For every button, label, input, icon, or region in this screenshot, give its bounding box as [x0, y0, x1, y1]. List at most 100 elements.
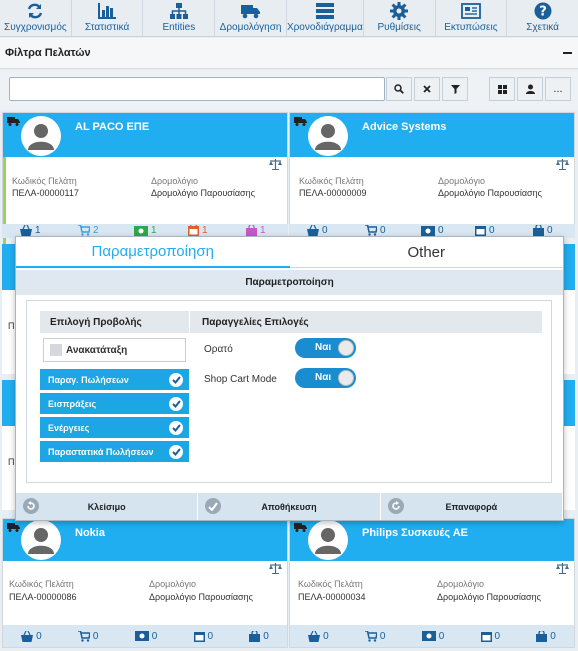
customer-card[interactable]: AL PACO ΕΠΕ Κωδικός Πελάτη ΠΕΛΑ-00000117…: [2, 112, 288, 263]
cash-count[interactable]: 1: [134, 225, 157, 236]
option-label: Παραγ. Πωλήσεων: [48, 374, 129, 385]
reset-button[interactable]: Επαναφορά: [380, 493, 563, 520]
shop-cart-mode-label: Shop Cart Mode: [204, 374, 277, 385]
dialog-content: Επιλογή Προβολής Παραγγελίες Επιλογές Αν…: [26, 300, 552, 483]
customer-card[interactable]: Philips Συσκευές ΑΕ Κωδικός Πελάτη ΠΕΛΑ-…: [289, 518, 575, 648]
filter-title: Φίλτρα Πελατών: [5, 47, 91, 59]
avatar: [21, 520, 61, 560]
cart-icon: [78, 225, 90, 236]
card-footer: 0 0 0 0 0: [290, 625, 574, 647]
order-options-header: Παραγγελίες Επιλογές: [189, 311, 542, 333]
card-header: Nokia: [3, 519, 287, 561]
nav-prints[interactable]: Εκτυπώσεις: [436, 0, 508, 36]
calendar-count[interactable]: 1: [188, 225, 208, 236]
nav-settings[interactable]: Ρυθμίσεις: [364, 0, 436, 36]
option-sales-documents[interactable]: Παραστατικά Πωλήσεων: [40, 441, 189, 463]
route-label: Δρομολόγιο: [149, 579, 197, 589]
search-input[interactable]: [9, 77, 385, 101]
check-icon: [169, 397, 183, 411]
filter-bar: Φίλτρα Πελατών: [0, 38, 578, 69]
option-label: Εισπράξεις: [48, 398, 97, 409]
customer-name: Advice Systems: [362, 121, 447, 133]
calendar-count[interactable]: 0: [193, 631, 213, 642]
calendar-count[interactable]: 0: [480, 631, 500, 642]
filter-button[interactable]: [442, 77, 468, 101]
bar-chart-icon: [97, 2, 117, 20]
cash-count[interactable]: 0: [421, 225, 444, 236]
nav-schedule[interactable]: Χρονοδιάγραμμα: [287, 0, 364, 36]
customer-card[interactable]: Nokia Κωδικός Πελάτη ΠΕΛΑ-00000086 Δρομο…: [2, 518, 288, 648]
basket-count[interactable]: 0: [307, 225, 328, 236]
option-actions[interactable]: Ενέργειες: [40, 417, 189, 439]
basket-count[interactable]: 0: [21, 630, 42, 642]
checkbox[interactable]: [50, 344, 62, 356]
filter-icon: [450, 84, 460, 94]
card-body: Κωδικός Πελάτη ΠΕΛΑ-00000086 Δρομολόγιο …: [3, 561, 287, 623]
top-navigation: Συγχρονισμός Στατιστικά Entities Δρομολό…: [0, 0, 578, 37]
tab-other[interactable]: Other: [289, 237, 563, 268]
money-icon: [134, 631, 149, 641]
visible-label: Ορατό: [204, 344, 233, 355]
clear-button[interactable]: [414, 77, 440, 101]
user-button[interactable]: [517, 77, 543, 101]
cart-count[interactable]: 2: [78, 225, 99, 236]
truck-icon: [7, 523, 20, 532]
visible-toggle[interactable]: Ναι: [295, 338, 356, 358]
dialog-title: Παραμετροποίηση: [16, 270, 563, 295]
customer-card[interactable]: Advice Systems Κωδικός Πελάτη ΠΕΛΑ-00000…: [289, 112, 575, 230]
calendar-count[interactable]: 0: [475, 225, 495, 236]
cart-icon: [364, 630, 377, 642]
check-circle-icon: [205, 498, 222, 514]
truck-icon: [7, 117, 20, 126]
option-sales-orders[interactable]: Παραγ. Πωλήσεων: [40, 369, 189, 391]
more-button[interactable]: ...: [545, 77, 571, 101]
nav-sync[interactable]: Συγχρονισμός: [0, 0, 72, 36]
calendar-icon: [475, 226, 486, 236]
shop-cart-mode-toggle[interactable]: Ναι: [295, 368, 356, 388]
cart-count[interactable]: 0: [365, 225, 386, 236]
customer-route: Δρομολόγιο Παρουσίασης: [438, 188, 542, 198]
shopping-bag-icon: [533, 225, 544, 236]
nav-settings-label: Ρυθμίσεις: [377, 22, 421, 33]
bag-count[interactable]: 0: [249, 630, 269, 642]
toggle-knob: [338, 340, 354, 356]
refresh-icon: [387, 498, 404, 514]
nav-about[interactable]: ? Σχετικά: [507, 0, 578, 36]
customer-route: Δρομολόγιο Παρουσίασης: [149, 592, 253, 602]
option-collections[interactable]: Εισπράξεις: [40, 393, 189, 415]
tab-parameterization[interactable]: Παραμετροποίηση: [16, 237, 290, 268]
scale-icon: [556, 159, 569, 170]
cash-count[interactable]: 0: [421, 631, 444, 642]
reorder-toggle[interactable]: Ανακατάταξη: [43, 338, 186, 362]
bag-count[interactable]: 0: [533, 225, 553, 236]
route-label: Δρομολόγιο: [437, 579, 485, 589]
cart-count[interactable]: 0: [77, 630, 98, 642]
truck-icon: [240, 2, 261, 20]
dialog-footer: Κλείσιμο Αποθήκευση Επαναφορά: [16, 493, 563, 520]
customer-route: Δρομολόγιο Παρουσίασης: [151, 188, 255, 198]
card-header: AL PACO ΕΠΕ: [3, 113, 287, 157]
collapse-icon[interactable]: [563, 52, 572, 54]
nav-routing[interactable]: Δρομολόγηση: [215, 0, 287, 36]
code-label: Κωδικός Πελάτη: [9, 579, 74, 589]
cart-count[interactable]: 0: [364, 630, 385, 642]
cash-count[interactable]: 0: [134, 631, 157, 642]
grid-view-button[interactable]: [489, 77, 515, 101]
bag-count[interactable]: 0: [536, 630, 556, 642]
sitemap-icon: [169, 2, 189, 20]
basket-icon: [20, 225, 32, 236]
close-button[interactable]: Κλείσιμο: [16, 493, 199, 520]
calendar-icon: [480, 631, 492, 642]
grid-icon: [497, 84, 507, 94]
search-button[interactable]: [386, 77, 412, 101]
basket-icon: [308, 630, 321, 642]
basket-count[interactable]: 1: [20, 225, 41, 236]
nav-entities[interactable]: Entities: [143, 0, 216, 36]
truck-icon: [294, 523, 307, 532]
check-icon: [169, 445, 183, 459]
basket-count[interactable]: 0: [308, 630, 329, 642]
save-button[interactable]: Αποθήκευση: [198, 493, 381, 520]
bag-count[interactable]: 1: [246, 225, 266, 236]
calendar-icon: [193, 631, 205, 642]
nav-statistics[interactable]: Στατιστικά: [72, 0, 144, 36]
